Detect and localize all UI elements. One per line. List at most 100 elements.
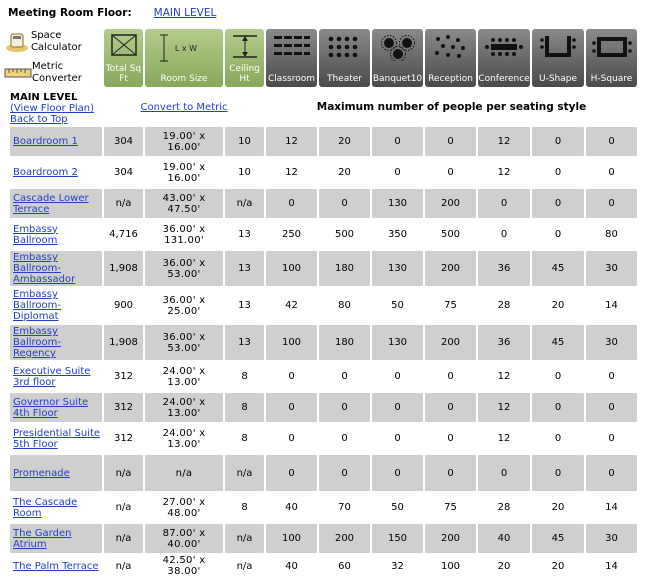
col-reception: Reception xyxy=(425,29,476,87)
room-size-icon: L x W xyxy=(145,33,223,63)
col-classroom: Classroom xyxy=(266,29,317,87)
space-calculator-button[interactable]: Space Calculator xyxy=(4,28,102,56)
cell-conference: 12 xyxy=(478,127,530,156)
cell-hsquare: 0 xyxy=(586,362,637,391)
cell-conference: 0 xyxy=(478,455,530,491)
cell-size: 19.00' x 16.00' xyxy=(145,127,223,156)
room-link[interactable]: Executive Suite 3rd floor xyxy=(13,366,90,388)
room-link[interactable]: Embassy Ballroom-Ambassador xyxy=(13,252,75,285)
room-name-cell: Embassy Ballroom xyxy=(10,220,102,249)
conference-icon xyxy=(478,33,530,61)
room-link[interactable]: Presidential Suite 5th Floor xyxy=(13,428,100,450)
cell-ushape: 0 xyxy=(532,455,584,491)
main-level-link[interactable]: MAIN LEVEL xyxy=(154,7,217,19)
cell-banquet: 50 xyxy=(372,288,423,323)
cell-conference: 0 xyxy=(478,220,530,249)
cell-theater: 500 xyxy=(319,220,370,249)
cell-reception: 75 xyxy=(425,493,476,522)
meeting-room-table: Total Sq Ft L x W Room Size Ceiling Ht C… xyxy=(8,27,639,579)
table-row: The Cascade Room n/a 27.00' x 48.00' 8 40 70 5… xyxy=(10,493,637,522)
col-ceiling-ht: Ceiling Ht xyxy=(225,29,264,87)
room-name-cell: Boardroom 1 xyxy=(10,127,102,156)
table-row: Embassy Ballroom 4,716 36.00' x 131.00' 13 2… xyxy=(10,220,637,249)
cell-reception: 75 xyxy=(425,288,476,323)
room-link[interactable]: Embassy Ballroom-Regency xyxy=(13,326,61,359)
cell-size: 24.00' x 13.00' xyxy=(145,393,223,422)
cell-hsquare: 30 xyxy=(586,524,637,553)
room-link[interactable]: Embassy Ballroom-Diplomat xyxy=(13,289,61,322)
h-square-icon xyxy=(586,33,637,61)
convert-to-metric-link[interactable]: Convert to Metric xyxy=(140,102,227,113)
cell-ushape: 45 xyxy=(532,251,584,286)
cell-hsquare: 14 xyxy=(586,555,637,577)
room-name-cell: Promenade xyxy=(10,455,102,491)
cell-reception: 200 xyxy=(425,524,476,553)
cell-ceiling: 13 xyxy=(225,220,264,249)
cell-ceiling: n/a xyxy=(225,189,264,218)
cell-sqft: 304 xyxy=(104,158,143,187)
table-row: Executive Suite 3rd floor 312 24.00' x 13.… xyxy=(10,362,637,391)
cell-sqft: n/a xyxy=(104,189,143,218)
room-link[interactable]: Promenade xyxy=(13,468,70,479)
room-link[interactable]: The Cascade Room xyxy=(13,497,77,519)
table-row: Promenade n/a n/a n/a 0 0 0 0 0 0 0 xyxy=(10,455,637,491)
room-link[interactable]: The Garden Atrium xyxy=(13,528,71,550)
banquet-icon xyxy=(372,33,423,61)
cell-reception: 200 xyxy=(425,189,476,218)
cell-ushape: 20 xyxy=(532,555,584,577)
cell-sqft: 1,908 xyxy=(104,251,143,286)
cell-classroom: 0 xyxy=(266,424,317,453)
cell-sqft: n/a xyxy=(104,555,143,577)
cell-banquet: 0 xyxy=(372,393,423,422)
cell-size: 24.00' x 13.00' xyxy=(145,362,223,391)
col-ushape: U-Shape xyxy=(532,29,584,87)
room-link[interactable]: The Palm Terrace xyxy=(13,561,99,572)
ruler-icon xyxy=(4,61,32,85)
cell-size: 36.00' x 53.00' xyxy=(145,251,223,286)
cell-classroom: 40 xyxy=(266,555,317,577)
cell-hsquare: 30 xyxy=(586,251,637,286)
cell-ushape: 0 xyxy=(532,158,584,187)
classroom-icon xyxy=(266,33,317,61)
cell-conference: 20 xyxy=(478,555,530,577)
cell-theater: 180 xyxy=(319,251,370,286)
cell-theater: 180 xyxy=(319,325,370,360)
cell-hsquare: 0 xyxy=(586,393,637,422)
back-to-top-link[interactable]: Back to Top xyxy=(10,114,102,125)
cell-conference: 12 xyxy=(478,393,530,422)
cell-ceiling: 8 xyxy=(225,424,264,453)
cell-ushape: 0 xyxy=(532,362,584,391)
room-link[interactable]: Cascade Lower Terrace xyxy=(13,193,89,215)
cell-reception: 0 xyxy=(425,424,476,453)
cell-hsquare: 0 xyxy=(586,127,637,156)
room-link[interactable]: Boardroom 2 xyxy=(13,167,78,178)
table-row: Embassy Ballroom-Regency 1,908 36.00' x 53… xyxy=(10,325,637,360)
cell-hsquare: 0 xyxy=(586,424,637,453)
cell-sqft: 900 xyxy=(104,288,143,323)
cell-classroom: 100 xyxy=(266,251,317,286)
cell-conference: 12 xyxy=(478,424,530,453)
room-link[interactable]: Governor Suite 4th Floor xyxy=(13,397,88,419)
room-link[interactable]: Boardroom 1 xyxy=(13,136,78,147)
cell-size: 24.00' x 13.00' xyxy=(145,424,223,453)
cell-conference: 40 xyxy=(478,524,530,553)
table-row: Governor Suite 4th Floor 312 24.00' x 13.0… xyxy=(10,393,637,422)
metric-converter-button[interactable]: Metric Converter xyxy=(4,59,102,87)
room-name-cell: Embassy Ballroom-Regency xyxy=(10,325,102,360)
cell-ceiling: 8 xyxy=(225,493,264,522)
cell-theater: 20 xyxy=(319,158,370,187)
cell-theater: 20 xyxy=(319,127,370,156)
cell-banquet: 0 xyxy=(372,455,423,491)
calculator-icon xyxy=(4,30,31,54)
view-floor-plan-link[interactable]: (View Floor Plan) xyxy=(10,103,102,114)
col-hsquare: H-Square xyxy=(586,29,637,87)
cell-banquet: 0 xyxy=(372,362,423,391)
theater-icon xyxy=(319,33,370,61)
cell-ceiling: 10 xyxy=(225,158,264,187)
cell-theater: 0 xyxy=(319,393,370,422)
cell-hsquare: 0 xyxy=(586,189,637,218)
table-row: Embassy Ballroom-Ambassador 1,908 36.00' x… xyxy=(10,251,637,286)
table-row: Boardroom 2 304 19.00' x 16.00' 10 12 20 0 0 12 0… xyxy=(10,158,637,187)
room-link[interactable]: Embassy Ballroom xyxy=(13,224,58,246)
floor-selector: Meeting Room Floor: MAIN LEVEL xyxy=(8,5,216,21)
